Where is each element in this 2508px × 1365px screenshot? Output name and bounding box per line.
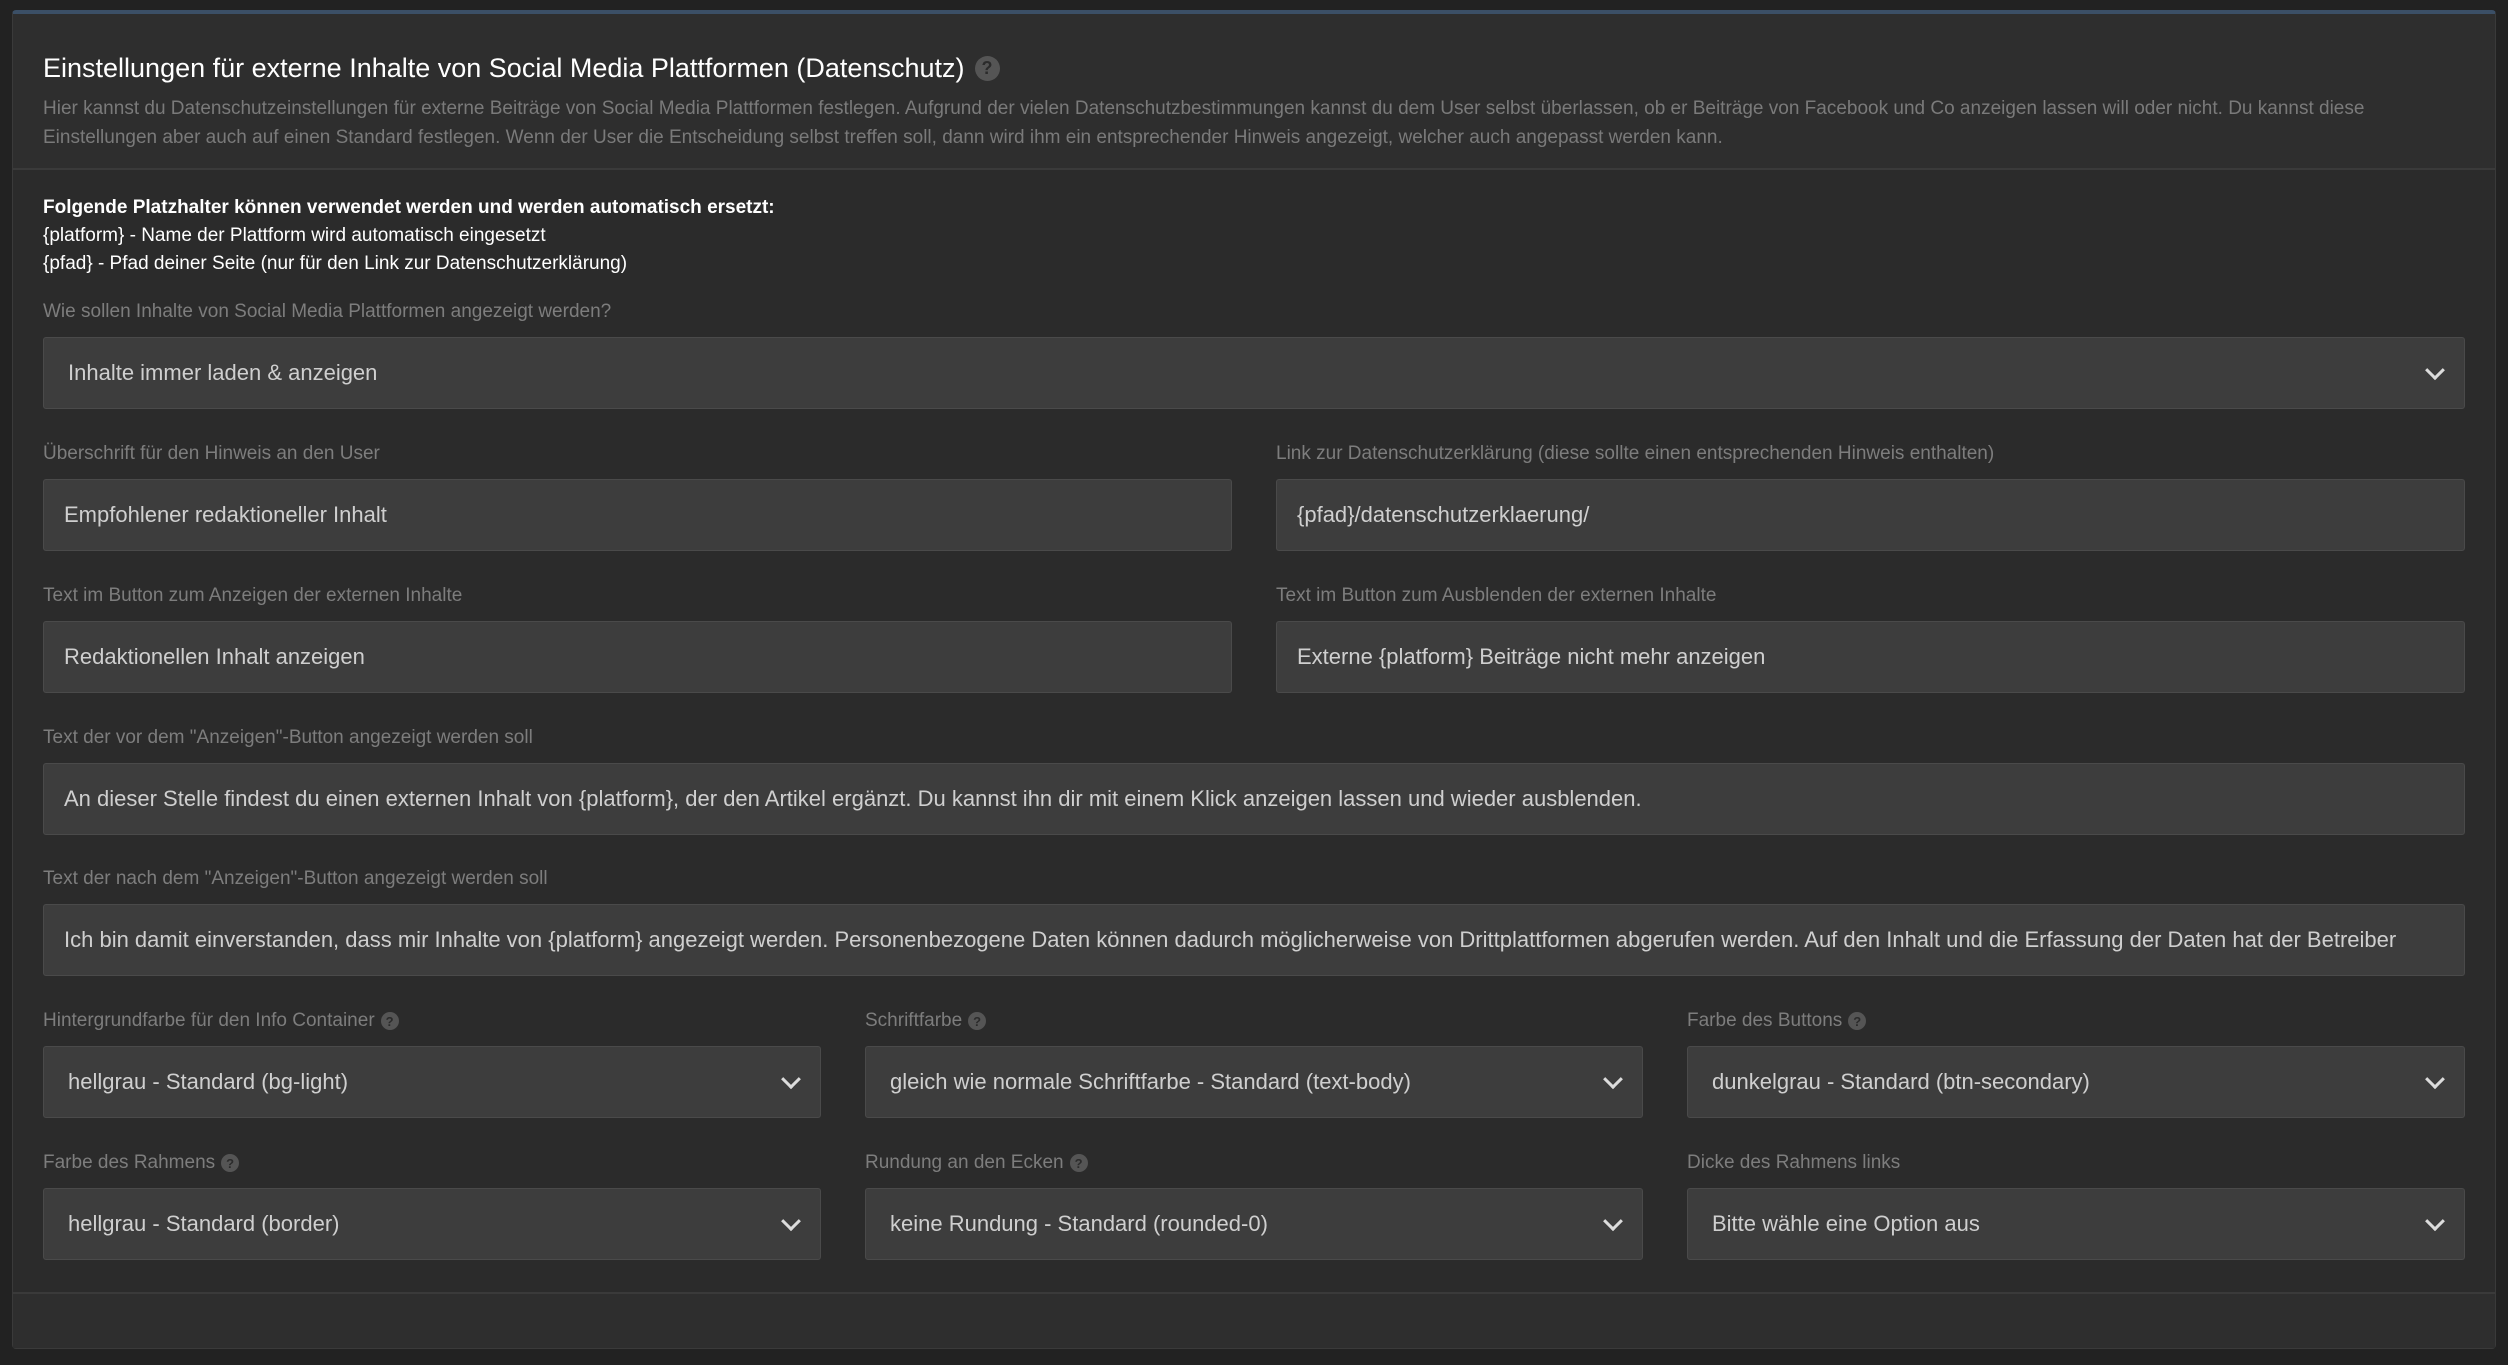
border-width-value: Bitte wähle eine Option aus	[1712, 1211, 1980, 1236]
border-color-label-text: Farbe des Rahmens	[43, 1152, 216, 1173]
chevron-down-icon	[1603, 1069, 1623, 1090]
help-icon[interactable]: ?	[968, 1012, 987, 1030]
notice-heading-label-text: Überschrift für den Hinweis an den User	[43, 443, 380, 464]
placeholder-pfad: {pfad} - Pfad deiner Seite (nur für den …	[43, 253, 628, 274]
rounding-label: Rundung an den Ecken ?	[865, 1151, 1088, 1175]
font-color-label-text: Schriftfarbe	[865, 1010, 963, 1031]
text-after-value: Ich bin damit einverstanden, dass mir In…	[64, 927, 2397, 952]
hide-button-text-label-text: Text im Button zum Ausblenden der extern…	[1276, 585, 1717, 606]
text-before-input[interactable]: An dieser Stelle findest du einen extern…	[43, 763, 2465, 835]
border-color-label: Farbe des Rahmens ?	[43, 1151, 240, 1175]
card-description: Hier kannst du Datenschutzeinstellungen …	[43, 98, 2365, 148]
chevron-down-icon	[781, 1211, 801, 1232]
help-icon[interactable]: ?	[974, 55, 1000, 81]
border-color-select[interactable]: hellgrau - Standard (border)	[43, 1188, 821, 1260]
notice-heading-input[interactable]: Empfohlener redaktioneller Inhalt	[43, 479, 1232, 551]
display-mode-select[interactable]: Inhalte immer laden & anzeigen	[43, 337, 2465, 409]
chevron-down-icon	[1603, 1211, 1623, 1232]
text-after-input[interactable]: Ich bin damit einverstanden, dass mir In…	[43, 904, 2465, 976]
text-after-label-text: Text der nach dem "Anzeigen"-Button ange…	[43, 868, 548, 889]
rounding-select[interactable]: keine Rundung - Standard (rounded-0)	[865, 1188, 1643, 1260]
chevron-down-icon	[2425, 360, 2445, 381]
card-title: Einstellungen für externe Inhalte von So…	[43, 52, 2465, 84]
privacy-link-input[interactable]: {pfad}/datenschutzerklaerung/	[1276, 479, 2465, 551]
rounding-value: keine Rundung - Standard (rounded-0)	[890, 1211, 1268, 1236]
bg-color-label-text: Hintergrundfarbe für den Info Container	[43, 1010, 375, 1031]
help-icon[interactable]: ?	[380, 1012, 399, 1030]
hide-button-text-value: Externe {platform} Beiträge nicht mehr a…	[1297, 644, 1766, 669]
show-button-text-label: Text im Button zum Anzeigen der externen…	[43, 584, 462, 608]
bg-color-select[interactable]: hellgrau - Standard (bg-light)	[43, 1046, 821, 1118]
rounding-label-text: Rundung an den Ecken	[865, 1152, 1064, 1173]
help-icon[interactable]: ?	[1848, 1012, 1867, 1030]
font-color-select[interactable]: gleich wie normale Schriftfarbe - Standa…	[865, 1046, 1643, 1118]
hide-button-text-input[interactable]: Externe {platform} Beiträge nicht mehr a…	[1276, 621, 2465, 693]
text-before-label: Text der vor dem "Anzeigen"-Button angez…	[43, 726, 533, 750]
display-mode-value: Inhalte immer laden & anzeigen	[68, 360, 378, 385]
show-button-text-input[interactable]: Redaktionellen Inhalt anzeigen	[43, 621, 1232, 693]
card-header: Einstellungen für externe Inhalte von So…	[13, 14, 2495, 170]
font-color-value: gleich wie normale Schriftfarbe - Standa…	[890, 1069, 1411, 1094]
border-width-label: Dicke des Rahmens links	[1687, 1151, 1900, 1175]
button-color-label: Farbe des Buttons ?	[1687, 1009, 1867, 1033]
placeholder-platform: {platform} - Name der Plattform wird aut…	[43, 225, 546, 246]
privacy-link-value: {pfad}/datenschutzerklaerung/	[1297, 502, 1590, 527]
hide-button-text-label: Text im Button zum Ausblenden der extern…	[1276, 584, 1716, 608]
show-button-text-value: Redaktionellen Inhalt anzeigen	[64, 644, 365, 669]
display-mode-label-text: Wie sollen Inhalte von Social Media Plat…	[43, 301, 612, 322]
card-footer	[13, 1292, 2495, 1348]
help-icon[interactable]: ?	[221, 1154, 240, 1172]
notice-heading-value: Empfohlener redaktioneller Inhalt	[64, 502, 387, 527]
card-title-text: Einstellungen für externe Inhalte von So…	[43, 53, 965, 83]
show-button-text-label-text: Text im Button zum Anzeigen der externen…	[43, 585, 463, 606]
text-before-label-text: Text der vor dem "Anzeigen"-Button angez…	[43, 727, 533, 748]
privacy-link-label-text: Link zur Datenschutzerklärung (diese sol…	[1276, 443, 1995, 464]
chevron-down-icon	[781, 1069, 801, 1090]
button-color-label-text: Farbe des Buttons	[1687, 1010, 1843, 1031]
privacy-link-label: Link zur Datenschutzerklärung (diese sol…	[1276, 442, 1994, 466]
display-mode-label: Wie sollen Inhalte von Social Media Plat…	[43, 300, 611, 324]
bg-color-label: Hintergrundfarbe für den Info Container …	[43, 1009, 399, 1033]
border-width-label-text: Dicke des Rahmens links	[1687, 1152, 1901, 1173]
button-color-value: dunkelgrau - Standard (btn-secondary)	[1712, 1069, 2090, 1094]
text-after-label: Text der nach dem "Anzeigen"-Button ange…	[43, 867, 548, 891]
placeholder-title: Folgende Platzhalter können verwendet we…	[43, 197, 775, 218]
chevron-down-icon	[2425, 1069, 2445, 1090]
font-color-label: Schriftfarbe ?	[865, 1009, 987, 1033]
privacy-settings-card: Einstellungen für externe Inhalte von So…	[12, 10, 2496, 1349]
placeholder-info: Folgende Platzhalter können verwendet we…	[43, 194, 775, 278]
chevron-down-icon	[2425, 1211, 2445, 1232]
button-color-select[interactable]: dunkelgrau - Standard (btn-secondary)	[1687, 1046, 2465, 1118]
notice-heading-label: Überschrift für den Hinweis an den User	[43, 442, 380, 466]
text-before-value: An dieser Stelle findest du einen extern…	[64, 786, 1642, 811]
border-width-select[interactable]: Bitte wähle eine Option aus	[1687, 1188, 2465, 1260]
help-icon[interactable]: ?	[1069, 1154, 1088, 1172]
border-color-value: hellgrau - Standard (border)	[68, 1211, 340, 1236]
bg-color-value: hellgrau - Standard (bg-light)	[68, 1069, 349, 1094]
